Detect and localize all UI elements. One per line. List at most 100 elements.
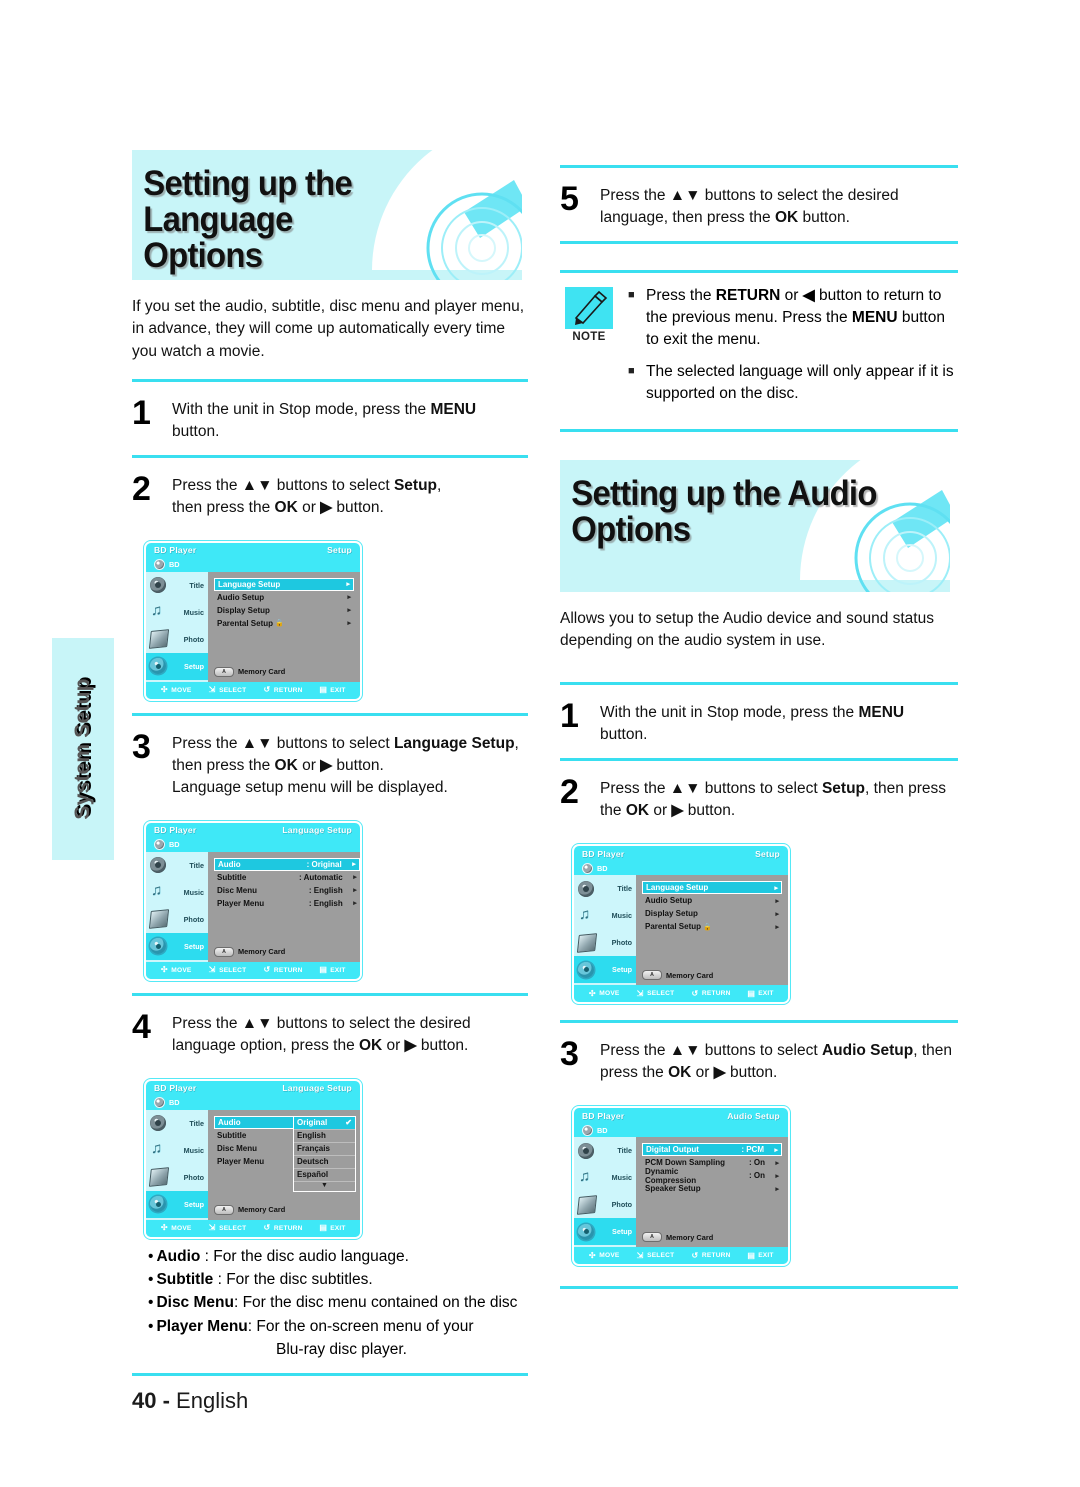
osd-sidebar-item-music[interactable]: Music [574,902,636,929]
osd-foot-return[interactable]: ↺ RETURN [691,989,731,998]
osd-menu-row-parental-setup[interactable]: Parental Setup 🔒 ▸ [214,617,354,630]
osd-menu-row-audio[interactable]: Audio : Original ▸ [214,857,360,871]
osd-foot-exit[interactable]: ▤ EXIT [319,686,345,694]
osd-sidebar: Title Music Photo Setup [574,1137,636,1248]
memory-chip-icon: A [214,1204,234,1215]
check-icon: ✔ [345,1118,352,1128]
osd-sidebar-item-music[interactable]: Music [146,879,208,906]
osd-foot-select[interactable]: ⇲ SELECT [208,966,246,974]
osd-foot-select[interactable]: ⇲ SELECT [636,1251,674,1260]
osd-menu-row-speaker-setup[interactable]: Speaker Setup ▸ [642,1182,782,1195]
osd-foot-move[interactable]: ✣ MOVE [160,686,191,694]
osd-sidebar-item-photo[interactable]: Photo [574,929,636,956]
osd-memory-card[interactable]: A Memory Card [214,666,285,677]
osd-sidebar-item-music[interactable]: Music [146,599,208,626]
dropdown-option-original[interactable]: Original ✔ [294,1116,355,1130]
osd-menu-row-parental-setup[interactable]: Parental Setup 🔒 ▸ [642,920,782,933]
osd-menu-row-dynamic-compression[interactable]: Dynamic Compression : On ▸ [642,1167,782,1185]
osd-sidebar-item-title[interactable]: Title [146,852,208,879]
note-item: ■ The selected language will only appear… [628,361,958,405]
step-text-part: buttons to select [272,476,394,494]
dropdown-option-english[interactable]: English [294,1130,355,1143]
osd-sidebar-item-photo[interactable]: Photo [146,1164,208,1191]
osd-sidebar-item-photo[interactable]: Photo [146,906,208,933]
osd-sidebar-item-music[interactable]: Music [574,1164,636,1191]
step-text-part: Press the [172,476,242,494]
osd-menu-row-disc-menu[interactable]: Disc Menu : English ▸ [214,884,360,897]
osd-sidebar-item-title[interactable]: Title [574,1137,636,1164]
dropdown-option-francais[interactable]: Français [294,1143,355,1156]
music-note-icon [150,1140,166,1158]
step-text-part: then press the [172,498,275,516]
intro-paragraph-audio: Allows you to setup the Audio device and… [560,610,934,650]
section-banner-language: Setting up the Language Options [132,150,522,280]
osd-menu-row-display-setup[interactable]: Display Setup ▸ [642,907,782,920]
osd-menu-row-subtitle[interactable]: Subtitle : Automatic ▸ [214,871,360,884]
osd-memory-card[interactable]: A Memory Card [214,946,285,957]
gear-icon [150,658,166,675]
dropdown-option-deutsch[interactable]: Deutsch [294,1156,355,1169]
osd-memory-label: Memory Card [238,1205,286,1215]
definition-desc: For the disc menu contained on the disc [242,1294,518,1312]
definition-desc: For the on-screen menu of your [256,1317,474,1335]
osd-product-name: BD Player [582,848,625,859]
osd-sidebar-item-title[interactable]: Title [574,875,636,902]
osd-sidebar-label: Photo [183,1172,204,1182]
osd-menu-row-digital-output[interactable]: Digital Output : PCM ▸ [642,1143,782,1157]
definition-list: • Audio : For the disc audio language. • S… [132,1245,528,1361]
definition-desc: For the disc subtitles. [226,1271,373,1289]
osd-sidebar-item-setup[interactable]: Setup [146,1190,208,1218]
dropdown-scroll-down-icon[interactable]: ▼ [294,1182,355,1191]
osd-row-value: : Original [306,859,342,869]
osd-foot-return[interactable]: ↺ RETURN [263,686,303,694]
osd-titlebar: BD Player Setup [574,846,788,861]
osd-sidebar-item-title[interactable]: Title [146,572,208,599]
osd-menu-row-audio-setup[interactable]: Audio Setup ▸ [642,894,782,907]
osd-sidebar-label: Setup [184,661,204,671]
osd-memory-card[interactable]: A Memory Card [214,1204,286,1215]
step-2: 2 Press the ▲▼ buttons to select Setup, … [132,458,528,531]
osd-menu-row-language-setup[interactable]: Language Setup ▸ [642,881,782,895]
osd-foot-exit[interactable]: ▤ EXIT [747,1251,773,1260]
osd-menu-row-language-setup[interactable]: Language Setup ▸ [214,577,354,591]
definition-item-disc-menu: • Disc Menu: For the disc menu contained … [148,1291,528,1314]
lock-icon: 🔒 [275,620,284,628]
osd-sidebar-item-setup[interactable]: Setup [146,652,208,680]
osd-sidebar-item-title[interactable]: Title [146,1110,208,1137]
osd-foot-move[interactable]: ✣ MOVE [160,966,191,974]
osd-sidebar-item-setup[interactable]: Setup [574,1218,636,1246]
osd-menu-row-player-menu[interactable]: Player Menu : English ▸ [214,897,360,910]
osd-foot-exit[interactable]: ▤ EXIT [747,989,773,998]
osd-menu-row-display-setup[interactable]: Display Setup ▸ [214,604,354,617]
osd-foot-exit[interactable]: ▤ EXIT [319,966,345,974]
osd-sidebar-item-music[interactable]: Music [146,1137,208,1164]
osd-memory-card[interactable]: A Memory Card [642,1232,713,1243]
osd-foot-return[interactable]: ↺ RETURN [263,1224,303,1232]
osd-menu-row-audio-setup[interactable]: Audio Setup ▸ [214,591,354,604]
osd-foot-select[interactable]: ⇲ SELECT [208,1224,246,1232]
osd-foot-move[interactable]: ✣ MOVE [588,1251,619,1260]
osd-foot-select[interactable]: ⇲ SELECT [636,989,674,998]
osd-screen-title: Language Setup [282,825,352,836]
language-option-dropdown[interactable]: Original ✔ English Français Deutsch Espa… [293,1115,356,1192]
osd-foot-exit[interactable]: ▤ EXIT [319,1224,345,1232]
osd-foot-return[interactable]: ↺ RETURN [263,966,303,974]
right-arrow-icon: ▶ [713,1064,726,1082]
osd-sidebar-label: Setup [184,1199,204,1209]
disc-icon [154,559,165,571]
osd-foot-select[interactable]: ⇲ SELECT [208,686,246,694]
osd-sidebar-item-setup[interactable]: Setup [574,956,636,984]
osd-foot-return[interactable]: ↺ RETURN [691,1251,731,1260]
osd-sidebar-item-photo[interactable]: Photo [574,1191,636,1218]
dropdown-option-espanol[interactable]: Español [294,1169,355,1182]
osd-row-value: : Automatic [299,872,343,882]
step-text-bold: OK [359,1036,383,1054]
osd-row-label: Disc Menu [217,885,258,895]
osd-foot-move[interactable]: ✣ MOVE [588,989,619,998]
osd-foot-move[interactable]: ✣ MOVE [160,1224,191,1232]
osd-sidebar-label: Photo [611,1200,632,1210]
osd-sidebar-item-photo[interactable]: Photo [146,626,208,653]
osd-memory-card[interactable]: A Memory Card [642,970,713,981]
osd-sidebar: Title Music Photo Setup [146,851,208,962]
osd-sidebar-item-setup[interactable]: Setup [146,932,208,960]
